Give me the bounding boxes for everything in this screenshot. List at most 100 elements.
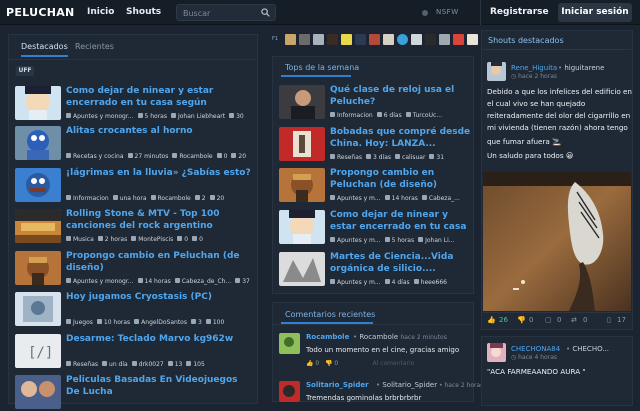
search-icon[interactable] <box>261 8 270 17</box>
post-thumbnail[interactable] <box>15 292 61 326</box>
category-icon <box>66 278 71 283</box>
post-thumbnail[interactable] <box>279 168 325 202</box>
views-icon: ▯ <box>607 316 611 324</box>
user-avatar[interactable] <box>279 381 300 402</box>
user-avatar[interactable] <box>341 34 352 45</box>
views-count: 17 <box>617 316 626 324</box>
user-icon <box>131 236 137 241</box>
post-title[interactable]: Como dejar de ninear y estar encerrado e… <box>66 85 251 110</box>
post-item[interactable]: Como dejar de ninear y estar encerrado e… <box>15 86 247 122</box>
post-title[interactable]: Hoy jugamos Cryostasis (PC) <box>66 291 251 303</box>
post-author: Johan Liebheart <box>170 112 225 121</box>
shout-author[interactable]: Rene_Higuita <box>511 64 557 72</box>
comments-header: Comentarios recientes <box>285 310 376 319</box>
user-avatar[interactable] <box>355 34 366 45</box>
post-title[interactable]: Martes de Ciencia...Vida orgánica de sil… <box>330 251 472 275</box>
post-title[interactable]: Peliculas Basadas En Videojuegos De Luch… <box>66 374 251 398</box>
thumbs-up-icon[interactable]: 👍 <box>306 360 315 367</box>
post-title[interactable]: ¡lágrimas en la lluvia» ¿Sabías esto? <box>66 167 251 179</box>
top-post-item[interactable]: Qué clase de reloj usa el Peluche? Infor… <box>279 85 469 121</box>
post-title[interactable]: Alitas crocantes al horno <box>66 125 251 137</box>
shout-text: Debido a que los infelices del edificio … <box>487 87 632 160</box>
nav-shouts[interactable]: Shouts <box>126 7 161 17</box>
comment-icon[interactable]: ▢ <box>545 316 552 324</box>
post-title[interactable]: Rolling Stone & MTV - Top 100 canciones … <box>66 208 251 232</box>
user-avatar[interactable] <box>439 34 450 45</box>
post-title[interactable]: Qué clase de reloj usa el Peluche? <box>330 84 472 108</box>
points-icon <box>235 278 241 283</box>
top-post-item[interactable]: Bobadas que compré desde China. Hoy: LAN… <box>279 126 472 163</box>
post-thumbnail[interactable] <box>15 251 61 285</box>
post-thumbnail[interactable]: [/] <box>15 334 61 368</box>
post-meta: Apuntes y m... 14 horas Cabeza_... <box>330 194 475 203</box>
reshout-icon[interactable]: ⇄ <box>571 316 577 324</box>
post-thumbnail[interactable] <box>15 86 61 120</box>
post-item[interactable]: Alitas crocantes al horno Recetas y coci… <box>15 126 247 162</box>
nav-home[interactable]: Inicio <box>87 7 114 17</box>
user-icon <box>395 154 401 159</box>
post-thumbnail[interactable] <box>15 168 61 202</box>
search-box <box>176 4 276 21</box>
shout-image[interactable] <box>483 172 631 311</box>
clock-icon <box>137 278 143 283</box>
user-avatar[interactable] <box>279 333 300 354</box>
post-item[interactable]: [/] Desarme: Teclado Marvo kg962w Reseña… <box>15 334 247 370</box>
thumbs-down-icon[interactable]: 👎 <box>325 360 334 367</box>
user-avatar[interactable] <box>487 62 506 81</box>
comment-author[interactable]: Solitario_Spider <box>306 381 369 389</box>
tops-header: Tops de la semana <box>285 63 360 72</box>
category-icon <box>330 237 335 242</box>
thumbs-up-icon[interactable]: 👍 <box>487 316 496 324</box>
tab-recientes[interactable]: Recientes <box>75 37 114 57</box>
post-thumbnail[interactable] <box>15 375 61 409</box>
filter-badge[interactable]: UFF <box>16 66 34 76</box>
comment-author[interactable]: Rocambole <box>306 333 349 341</box>
post-item[interactable]: Peliculas Basadas En Videojuegos De Luch… <box>15 375 247 411</box>
nsfw-toggle[interactable]: NSFW <box>420 8 464 18</box>
search-input[interactable] <box>183 7 263 19</box>
user-icon <box>405 112 411 117</box>
post-thumbnail[interactable] <box>15 126 61 160</box>
post-title[interactable]: Desarme: Teclado Marvo kg962w <box>66 333 251 345</box>
user-avatar[interactable] <box>397 34 408 45</box>
post-title[interactable]: Como dejar de ninear y estar encerrado e… <box>330 209 472 234</box>
post-title[interactable]: Propongo cambio en Peluchan (de diseño) <box>66 250 251 274</box>
clock-icon <box>137 113 143 118</box>
user-avatar[interactable] <box>453 34 464 45</box>
user-icon <box>174 278 180 283</box>
user-avatar[interactable] <box>487 343 506 362</box>
site-logo[interactable]: PELUCHAN <box>6 6 75 19</box>
post-item[interactable]: Hoy jugamos Cryostasis (PC) Juegos 10 hor… <box>15 292 247 328</box>
top-post-item[interactable]: Martes de Ciencia...Vida orgánica de sil… <box>279 252 469 288</box>
user-avatar[interactable] <box>411 34 422 45</box>
user-avatar[interactable] <box>285 34 296 45</box>
post-thumbnail[interactable] <box>279 127 325 161</box>
register-button[interactable]: Registrarse <box>490 7 549 17</box>
shout-author[interactable]: CHECHONA84 <box>511 345 560 353</box>
user-avatar[interactable] <box>313 34 324 45</box>
thumbs-down-icon[interactable]: 👎 <box>517 316 526 324</box>
post-thumbnail[interactable] <box>15 209 61 243</box>
user-icon <box>150 195 156 200</box>
tab-destacados[interactable]: Destacados <box>21 37 68 57</box>
login-button[interactable]: Iniciar sesión <box>558 3 632 22</box>
user-avatar[interactable] <box>425 34 436 45</box>
comment-time: • hace 2 horas <box>439 382 484 389</box>
clock-icon <box>112 195 118 200</box>
user-avatar[interactable] <box>369 34 380 45</box>
user-avatar[interactable] <box>383 34 394 45</box>
post-thumbnail[interactable] <box>279 85 325 119</box>
post-title[interactable]: Bobadas que compré desde China. Hoy: LAN… <box>330 126 472 150</box>
post-thumbnail[interactable] <box>279 252 325 286</box>
post-item[interactable]: Rolling Stone & MTV - Top 100 canciones … <box>15 209 247 245</box>
post-item[interactable]: Propongo cambio en Peluchan (de diseño) … <box>15 251 250 287</box>
user-avatar[interactable] <box>327 34 338 45</box>
top-post-item[interactable]: Propongo cambio en Peluchan (de diseño) … <box>279 168 469 204</box>
post-thumbnail[interactable] <box>279 210 325 244</box>
post-title[interactable]: Propongo cambio en Peluchan (de diseño) <box>330 167 472 191</box>
user-avatar[interactable] <box>467 34 478 45</box>
top-post-item[interactable]: Como dejar de ninear y estar encerrado e… <box>279 210 469 246</box>
post-item[interactable]: ¡lágrimas en la lluvia» ¿Sabías esto? In… <box>15 168 251 204</box>
user-avatar[interactable] <box>299 34 310 45</box>
go-to-comment-link[interactable]: Al comentario <box>373 360 415 367</box>
